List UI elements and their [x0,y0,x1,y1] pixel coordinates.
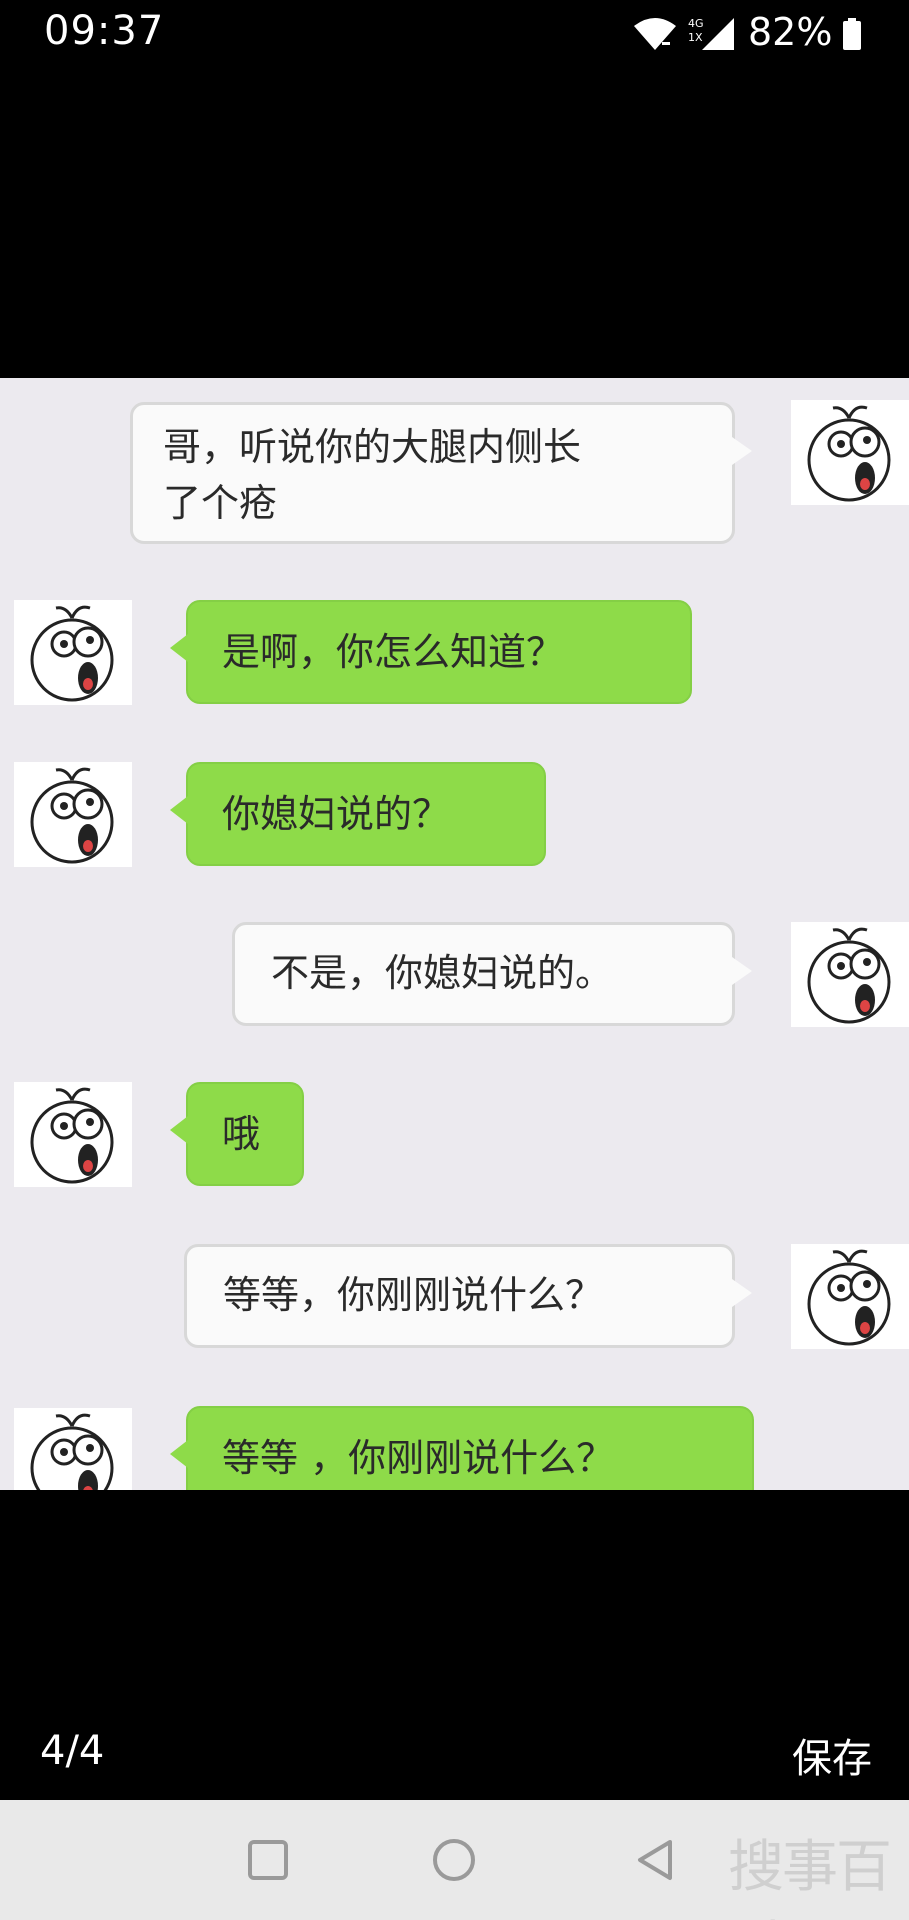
avatar [14,1082,132,1187]
incoming-message: 哦 [170,1082,304,1186]
battery-icon [843,18,861,50]
navigation-bar: 搜事百科 [0,1800,909,1920]
incoming-message: 等等 ，你刚刚说什么？ [170,1406,754,1490]
incoming-message: 你媳妇说的？ [170,762,546,866]
home-icon[interactable] [424,1830,484,1890]
battery-percentage: 82% [748,10,833,54]
avatar [14,762,132,867]
avatar [14,600,132,705]
watermark: 搜事百科 [728,1835,892,1920]
status-bar: 09:37 4G 1X 82% [0,0,909,70]
wifi-icon [634,18,676,50]
save-button[interactable]: 保存 [792,1726,872,1784]
outgoing-message: 不是，你媳妇说的。 [232,922,752,1026]
incoming-message: 是啊，你怎么知道？ [170,600,692,704]
signal-icon [702,18,734,50]
back-icon[interactable] [626,1830,686,1890]
page-counter: 4/4 [40,1728,105,1774]
avatar [791,400,909,505]
chat-screenshot-image[interactable]: 哥，听说你的大腿内侧长 了个疮 是啊，你怎么知道？ 你媳妇说的？ 不是，你媳妇说… [0,378,909,1490]
outgoing-message: 等等，你刚刚说什么？ [184,1244,752,1348]
outgoing-message: 哥，听说你的大腿内侧长 了个疮 [130,402,752,544]
phone-screen: 09:37 4G 1X 82% 哥，听说你的大腿内侧长 了个疮 是啊，你怎么知道… [0,0,909,1920]
clock: 09:37 [44,8,165,54]
recent-apps-icon[interactable] [238,1830,298,1890]
avatar [14,1408,132,1490]
avatar [791,1244,909,1349]
avatar [791,922,909,1027]
